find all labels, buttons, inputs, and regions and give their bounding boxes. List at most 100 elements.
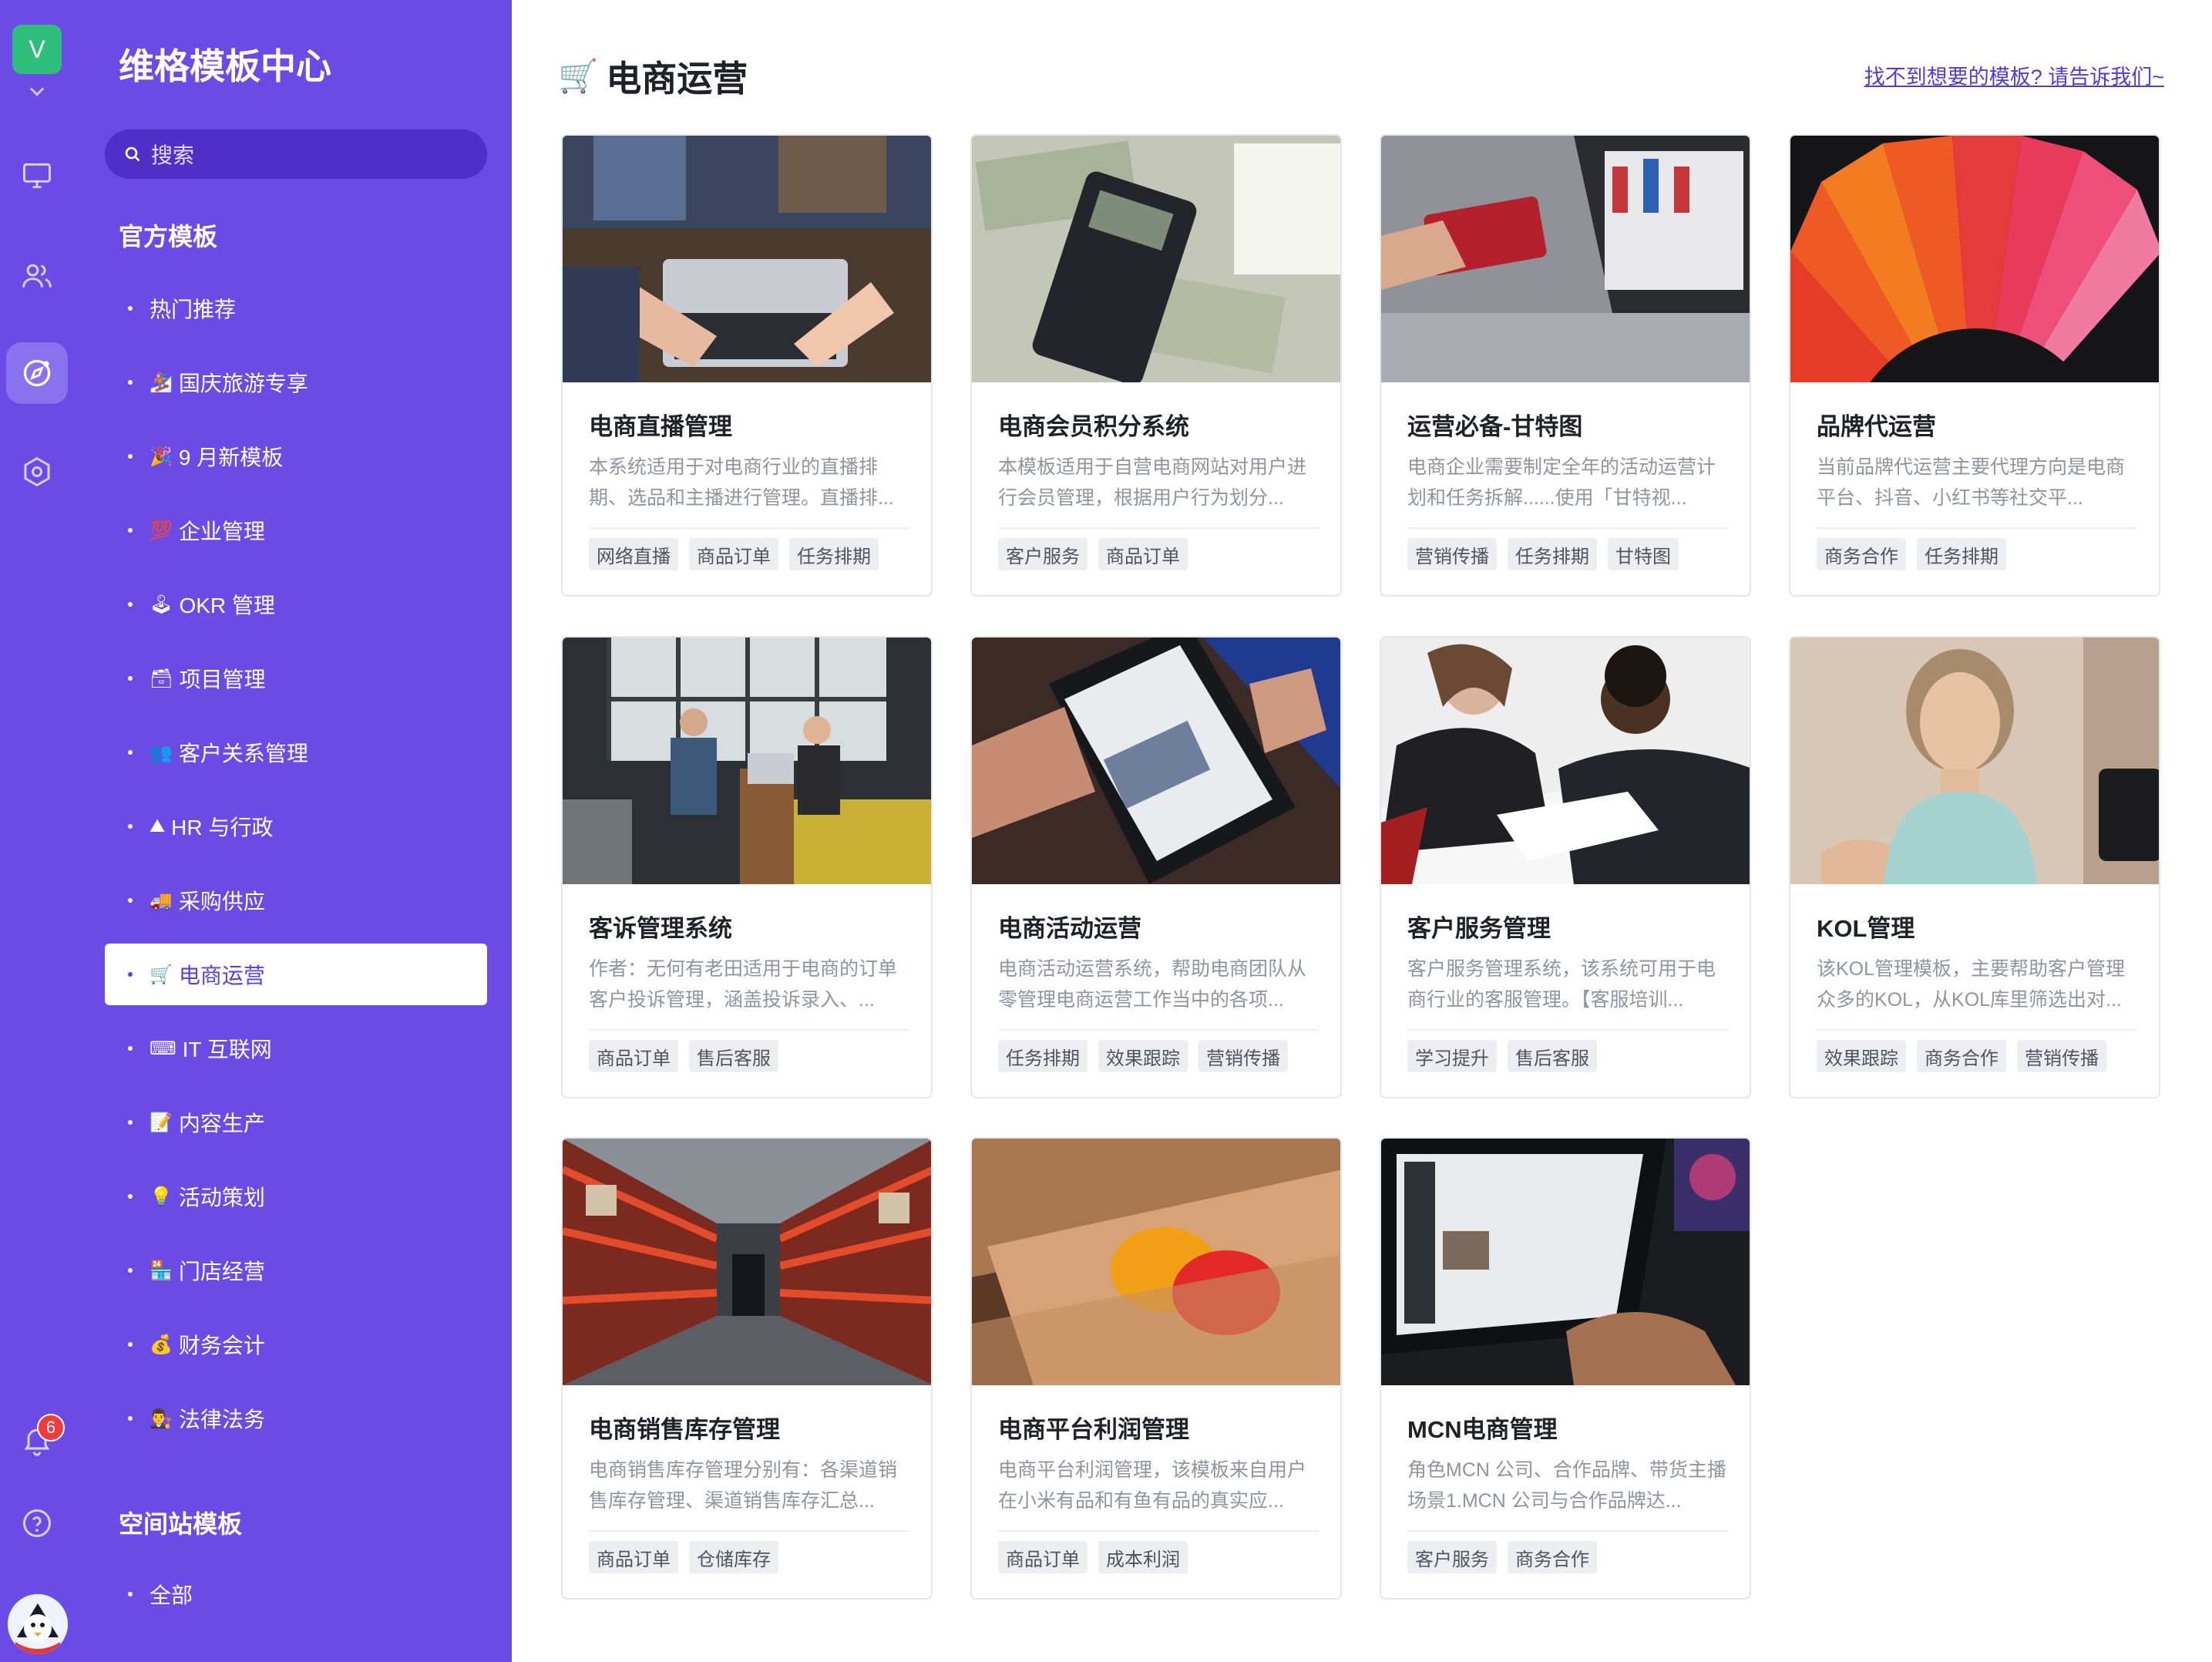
- tag: 商品订单: [589, 1040, 678, 1072]
- tag: 售后客服: [689, 1040, 778, 1072]
- hexagon-settings-icon[interactable]: [15, 450, 59, 493]
- divider: [1817, 1029, 2137, 1031]
- tag: 营销传播: [1198, 1040, 1288, 1072]
- party-popper-icon: 🎉: [150, 446, 173, 467]
- tag-list: 效果跟踪 商务合作 营销传播: [1817, 1040, 2106, 1072]
- judge-icon: 👨‍⚖️: [150, 1408, 173, 1429]
- sidebar-item-hot[interactable]: 热门推荐: [105, 278, 487, 339]
- template-card[interactable]: MCN电商管理 角色MCN 公司、合作品牌、带货主播场景1.MCN 公司与合作品…: [1380, 1137, 1751, 1600]
- main-content: 🛒 电商运营 找不到想要的模板? 请告诉我们~ 电商直播管理 本系统适用于对电商…: [512, 0, 2212, 1662]
- sidebar-item-label: 客户关系管理: [178, 742, 308, 765]
- card-description: 本模板适用于自营电商网站对用户进行会员管理，根据用户行为划分...: [998, 456, 1307, 509]
- card-title: 运营必备-甘特图: [1407, 413, 1583, 440]
- tag: 商务合作: [1917, 1040, 2006, 1072]
- tag: 商品订单: [1098, 538, 1188, 570]
- template-card[interactable]: 电商直播管理 本系统适用于对电商行业的直播排期、选品和主播进行管理。直播排...…: [561, 134, 933, 597]
- office-meeting-photo: [563, 638, 931, 884]
- card-description: 电商活动运营系统，帮助电商团队从零管理电商运营工作当中的各项...: [998, 958, 1307, 1011]
- card-description: 作者：无何有老田适用于电商的订单客户投诉管理，涵盖投诉录入、...: [589, 958, 898, 1011]
- sidebar-item-store[interactable]: 🏪 门店经营: [105, 1240, 487, 1301]
- card-title: KOL管理: [1817, 915, 1915, 942]
- template-card[interactable]: KOL管理 该KOL管理模板，主要帮助客户管理众多的KOL，从KOL库里筛选出对…: [1789, 636, 2160, 1098]
- sidebar-item-legal[interactable]: 👨‍⚖️ 法律法务: [105, 1388, 487, 1449]
- sidebar-item-label: 采购供应: [178, 890, 265, 913]
- phone-shopping-photo: [972, 638, 1340, 884]
- sidebar-item-label: 9 月新模板: [178, 446, 284, 469]
- card-description: 角色MCN 公司、合作品牌、带货主播场景1.MCN 公司与合作品牌达...: [1407, 1459, 1726, 1512]
- sidebar-item-enterprise[interactable]: 💯 企业管理: [105, 500, 487, 561]
- divider: [1407, 1029, 1728, 1031]
- sidebar-item-hr[interactable]: ⛰ HR 与行政: [105, 796, 487, 857]
- tag-list: 商务合作 任务排期: [1817, 538, 2006, 570]
- tag-list: 营销传播 任务排期 甘特图: [1407, 538, 1679, 570]
- divider: [1407, 1530, 1728, 1532]
- sidebar-item-label: 电商运营: [178, 964, 265, 987]
- tag: 售后客服: [1508, 1040, 1597, 1072]
- page-title: 🛒 电商运营: [558, 51, 748, 102]
- card-title: 品牌代运营: [1817, 413, 1936, 440]
- tag-list: 客户服务 商务合作: [1407, 1541, 1597, 1573]
- sidebar-item-procurement[interactable]: 🚚 采购供应: [105, 870, 487, 931]
- sidebar-item-finance[interactable]: 💰 财务会计: [105, 1314, 487, 1375]
- template-card[interactable]: 电商平台利润管理 电商平台利润管理，该模板来自用户在小米有品和有鱼有品的真实应.…: [970, 1137, 1342, 1600]
- request-template-link[interactable]: 找不到想要的模板? 请告诉我们~: [1864, 60, 2164, 90]
- sidebar-item-okr[interactable]: 🕹 OKR 管理: [105, 574, 487, 635]
- sidebar-item-label: 企业管理: [178, 520, 265, 543]
- template-card[interactable]: 品牌代运营 当前品牌代运营主要代理方向是电商平台、抖音、小红书等社交平... 商…: [1789, 134, 2160, 597]
- tag: 任务排期: [1508, 538, 1597, 570]
- template-card[interactable]: 运营必备-甘特图 电商企业需要制定全年的活动运营计划和任务拆解......使用「…: [1380, 134, 1751, 597]
- divider: [998, 527, 1319, 529]
- search-input[interactable]: 搜索: [105, 130, 487, 179]
- card-description: 该KOL管理模板，主要帮助客户管理众多的KOL，从KOL库里筛选出对...: [1817, 958, 2126, 1011]
- card-title: 客诉管理系统: [589, 915, 732, 942]
- template-card[interactable]: 客诉管理系统 作者：无何有老田适用于电商的订单客户投诉管理，涵盖投诉录入、...…: [561, 636, 933, 1098]
- tag-list: 商品订单 仓储库存: [589, 1541, 778, 1573]
- snowboard-icon: 🏂: [150, 372, 173, 393]
- sidebar-item-national-day-travel[interactable]: 🏂 国庆旅游专享: [105, 352, 487, 413]
- tag: 商务合作: [1817, 538, 1906, 570]
- tag: 商品订单: [589, 1541, 678, 1573]
- users-icon[interactable]: [15, 254, 59, 298]
- sidebar-item-all[interactable]: 全部: [105, 1563, 487, 1625]
- sidebar-item-label: HR 与行政: [171, 816, 274, 839]
- tag: 任务排期: [789, 538, 879, 570]
- card-title: 客户服务管理: [1407, 915, 1551, 942]
- sidebar-item-label: 法律法务: [178, 1408, 265, 1432]
- card-title: 电商平台利润管理: [998, 1416, 1189, 1443]
- tag: 任务排期: [1917, 538, 2006, 570]
- card-description: 本系统适用于对电商行业的直播排期、选品和主播进行管理。直播排...: [589, 456, 894, 509]
- divider: [998, 1029, 1319, 1031]
- tag-list: 网络直播 商品订单 任务排期: [589, 538, 879, 570]
- card-description: 电商销售库存管理分别有：各渠道销售库存管理、渠道销售库存汇总...: [589, 1459, 898, 1512]
- template-card[interactable]: 电商销售库存管理 电商销售库存管理分别有：各渠道销售库存管理、渠道销售库存汇总.…: [561, 1137, 933, 1600]
- divider: [1407, 527, 1728, 529]
- help-icon[interactable]: [15, 1502, 59, 1545]
- user-avatar[interactable]: [8, 1594, 68, 1654]
- chevron-down-icon[interactable]: [26, 80, 48, 102]
- template-card[interactable]: 客户服务管理 客户服务管理系统，该系统可用于电商行业的客服管理。【客服培训...…: [1380, 636, 1751, 1098]
- tag: 商品订单: [689, 538, 778, 570]
- money-bag-icon: 💰: [150, 1334, 173, 1355]
- card-description: 电商企业需要制定全年的活动运营计划和任务拆解......使用「甘特视...: [1407, 456, 1716, 509]
- sidebar-item-september-new[interactable]: 🎉 9 月新模板: [105, 426, 487, 487]
- tag: 学习提升: [1407, 1040, 1497, 1072]
- tag: 甘特图: [1608, 538, 1679, 570]
- sidebar-item-content[interactable]: 📝 内容生产: [105, 1092, 487, 1153]
- sidebar-item-crm[interactable]: 👥 客户关系管理: [105, 722, 487, 783]
- section-space-templates: 空间站模板: [119, 1510, 243, 1538]
- tag: 效果跟踪: [1817, 1040, 1906, 1072]
- sidebar-item-it[interactable]: ⌨ IT 互联网: [105, 1018, 487, 1079]
- sidebar-item-label: 热门推荐: [150, 298, 237, 321]
- compass-icon[interactable]: [6, 342, 68, 404]
- search-icon: [125, 146, 140, 162]
- laptop-typing-photo: [1381, 1139, 1750, 1385]
- space-avatar[interactable]: V: [12, 25, 62, 74]
- sidebar-item-project[interactable]: 🗃 项目管理: [105, 648, 487, 709]
- template-card[interactable]: 电商会员积分系统 本模板适用于自营电商网站对用户进行会员管理，根据用户行为划分.…: [970, 134, 1342, 597]
- monitor-icon[interactable]: [15, 154, 59, 197]
- divider: [1817, 527, 2137, 529]
- sidebar-item-ecommerce[interactable]: 🛒 电商运营: [105, 944, 487, 1005]
- sidebar-item-events[interactable]: 💡 活动策划: [105, 1166, 487, 1227]
- tag: 营销传播: [1407, 538, 1497, 570]
- template-card[interactable]: 电商活动运营 电商活动运营系统，帮助电商团队从零管理电商运营工作当中的各项...…: [970, 636, 1342, 1098]
